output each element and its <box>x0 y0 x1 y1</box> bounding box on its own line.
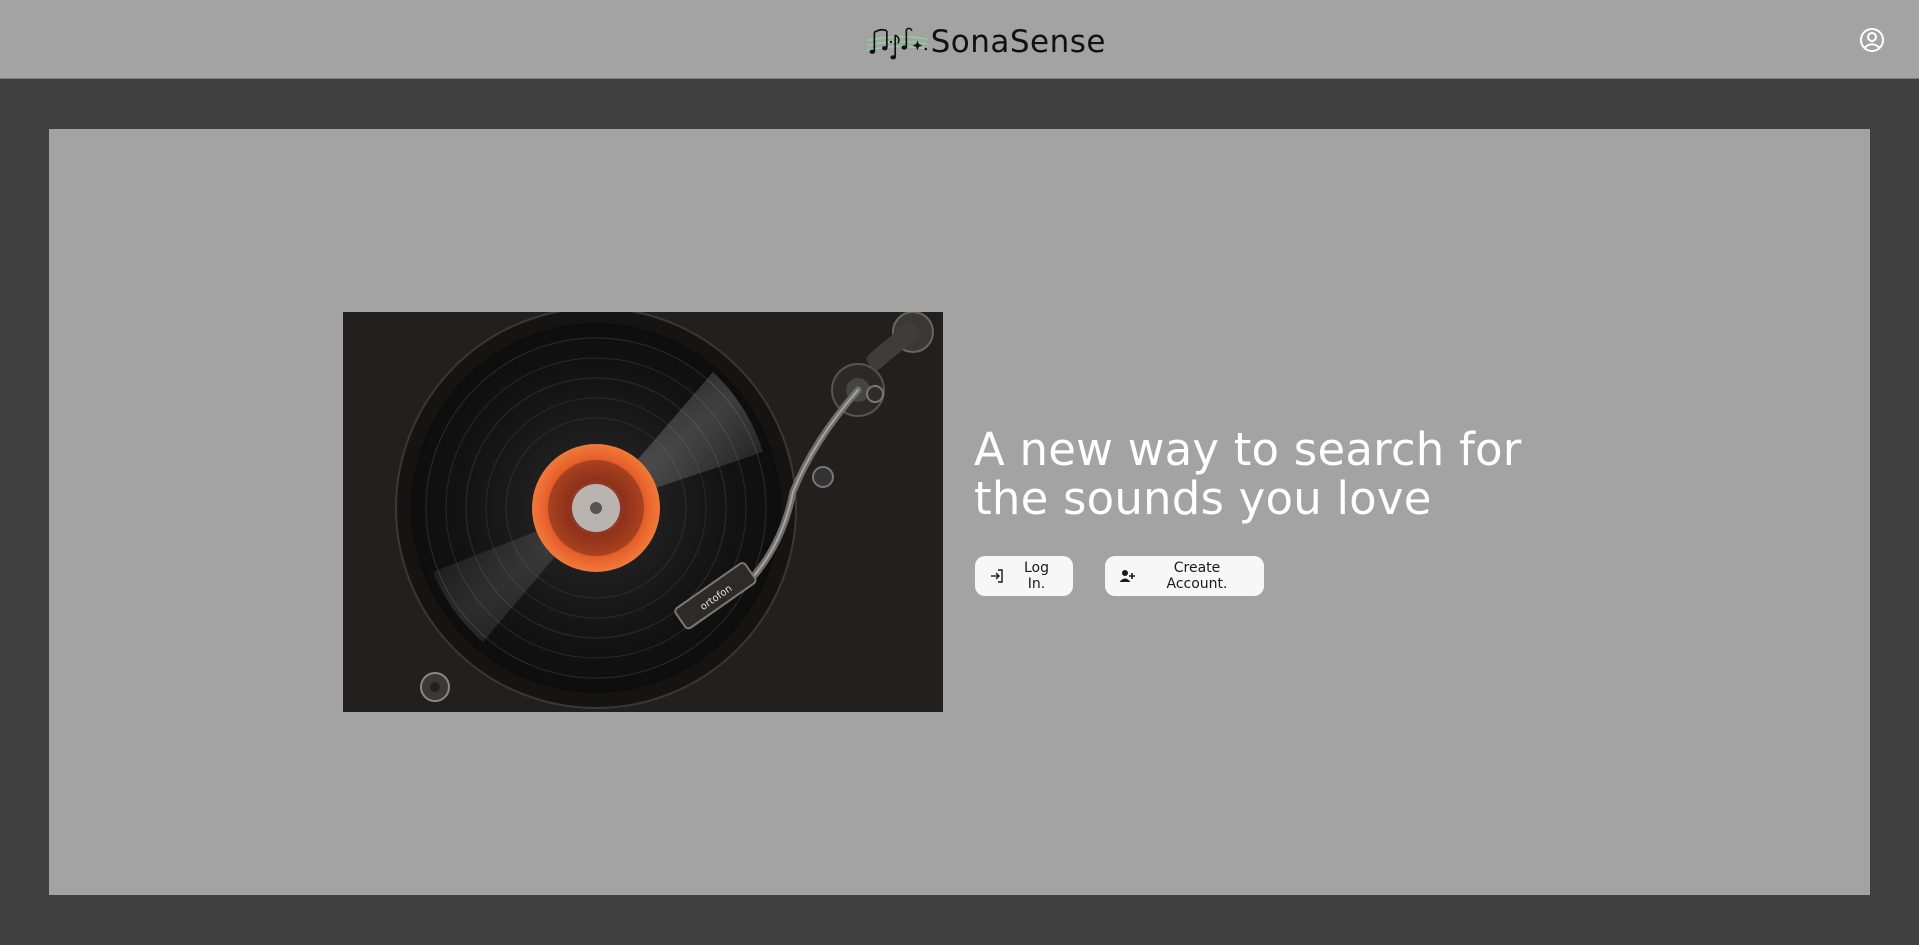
profile-button[interactable] <box>1859 27 1885 53</box>
hero-headline: A new way to search for the sounds you l… <box>974 423 1522 525</box>
music-notes-icon <box>867 27 928 60</box>
top-nav: SonaSense <box>0 0 1919 79</box>
create-account-button-label: Create Account. <box>1166 560 1228 592</box>
turntable-illustration: ortofon <box>343 312 943 712</box>
create-account-button[interactable]: Create Account. <box>1105 556 1264 596</box>
user-plus-icon <box>1119 568 1135 584</box>
user-circle-icon <box>1860 28 1884 52</box>
login-button-label: Log In. <box>1023 560 1049 592</box>
brand-logo[interactable]: SonaSense <box>866 14 1106 70</box>
brand-name: SonaSense <box>930 24 1106 60</box>
hero-panel: ortofon A new way to search for the soun… <box>49 129 1870 895</box>
hero-image-turntable: ortofon <box>343 312 943 712</box>
log-in-icon <box>989 568 1005 584</box>
login-button[interactable]: Log In. <box>975 556 1073 596</box>
